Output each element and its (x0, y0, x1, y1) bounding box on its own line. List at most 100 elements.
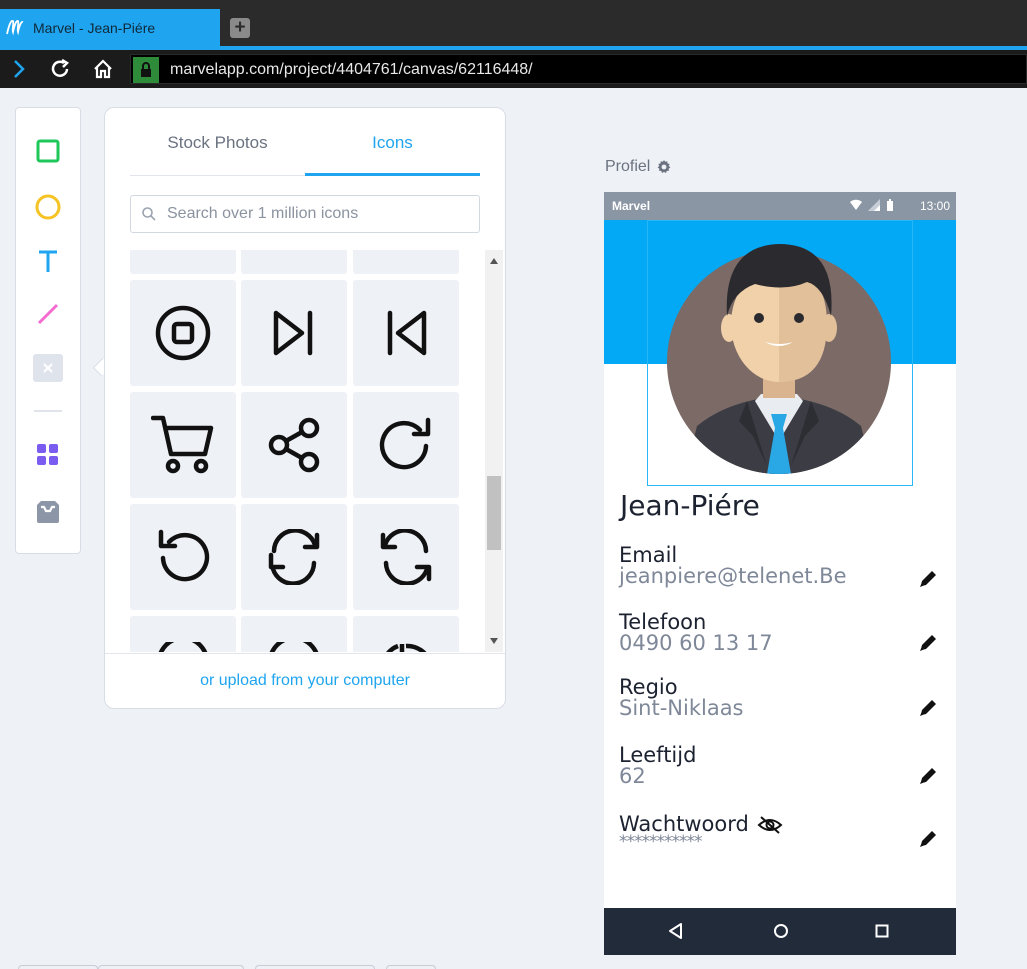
signal-icon (868, 199, 880, 211)
icon-grid (130, 250, 505, 652)
tools-sidebar (15, 107, 81, 554)
stop-circle-icon (155, 305, 211, 361)
rotate-cw-icon (379, 417, 431, 470)
pie-partial-icon (386, 643, 427, 652)
circle-home-icon (774, 924, 788, 938)
line-tool-button[interactable] (32, 298, 64, 330)
icon-grid-scrollbar[interactable] (485, 250, 503, 652)
status-icons (850, 199, 894, 211)
panel-tabs: Stock Photos Icons (130, 124, 480, 176)
new-tab-button[interactable]: + (230, 18, 250, 38)
square-recents-icon (875, 924, 889, 938)
grid-icon (37, 444, 58, 465)
tab-icons[interactable]: Icons (305, 124, 480, 176)
icon-cell[interactable] (241, 250, 347, 274)
skip-back-icon (387, 310, 427, 356)
chevron-right-icon (14, 60, 25, 78)
field-regio: Regio Sint-Niklaas (619, 675, 939, 727)
icon-cell[interactable] (353, 616, 459, 652)
inbox-tool-button[interactable] (32, 496, 64, 528)
browser-tab-bar: Marvel - Jean-Piére + (0, 0, 1027, 46)
profile-name: Jean-Piére (620, 489, 760, 522)
refresh-ccw-icon (380, 529, 432, 585)
icon-search-box[interactable] (130, 195, 480, 233)
share-icon (268, 417, 320, 473)
scroll-thumb[interactable] (487, 476, 501, 550)
circle-partial-icon (158, 642, 208, 652)
upload-link[interactable]: or upload from your computer (105, 653, 505, 708)
url-text: marvelapp.com/project/4404761/canvas/621… (170, 61, 533, 78)
icon-cell[interactable] (130, 616, 236, 652)
refresh-cw-icon (268, 529, 320, 585)
reload-button[interactable] (47, 56, 73, 82)
forward-button[interactable] (6, 56, 32, 82)
field-leeftijd: Leeftijd 62 (619, 743, 939, 795)
icon-cell-skip-back[interactable] (353, 280, 459, 386)
scroll-up-icon[interactable] (490, 258, 498, 264)
field-value: Sint-Niklaas (619, 696, 744, 720)
pencil-icon[interactable] (917, 568, 939, 590)
icon-cell[interactable] (241, 616, 347, 652)
ellipse-tool-button[interactable] (32, 191, 64, 223)
components-tool-button[interactable] (32, 439, 64, 471)
field-email: Email jeanpiere@telenet.Be (619, 543, 939, 595)
phone-nav-bar (604, 908, 956, 955)
screen-title-label: Profiel (605, 158, 651, 175)
tab-stock-photos[interactable]: Stock Photos (130, 124, 305, 176)
status-app-name: Marvel (612, 199, 651, 213)
circle-icon (35, 194, 61, 220)
text-icon (39, 250, 57, 272)
search-input[interactable] (167, 204, 467, 224)
icon-cell-refresh-ccw[interactable] (353, 504, 459, 610)
icon-cell-rotate-ccw[interactable] (130, 504, 236, 610)
marvel-logo-icon (6, 20, 24, 36)
field-telefoon: Telefoon 0490 60 13 17 (619, 610, 939, 662)
screen-title[interactable]: Profiel (605, 158, 672, 176)
hotspot-tool-button[interactable] (32, 352, 64, 384)
icon-cell-shopping-cart[interactable] (130, 392, 236, 498)
icon-cell[interactable] (130, 250, 236, 274)
text-tool-button[interactable] (32, 245, 64, 277)
circle-partial-icon (269, 642, 319, 652)
phone-screen[interactable]: Marvel 13:00 Jean-Piére Email jeanpiere@… (604, 192, 956, 955)
close-box-icon (33, 354, 63, 382)
inbox-icon (37, 501, 59, 523)
phone-status-bar: Marvel 13:00 (604, 192, 956, 220)
field-wachtwoord: Wachtwoord *********** (619, 812, 939, 864)
rectangle-icon (36, 139, 60, 163)
icon-cell-refresh-cw[interactable] (241, 504, 347, 610)
reload-icon (51, 58, 70, 77)
toolbar-divider (34, 410, 62, 412)
pencil-icon[interactable] (917, 632, 939, 654)
pencil-icon[interactable] (917, 697, 939, 719)
scroll-down-icon[interactable] (490, 638, 498, 644)
eye-off-icon[interactable] (757, 815, 783, 835)
triangle-back-icon (669, 923, 682, 939)
rectangle-tool-button[interactable] (32, 135, 64, 167)
gear-icon[interactable] (656, 159, 672, 175)
browser-tab-title: Marvel - Jean-Piére (33, 20, 156, 36)
field-value: *********** (619, 832, 702, 852)
phone-recents-button[interactable] (871, 920, 893, 942)
avatar (667, 244, 891, 474)
address-bar[interactable]: marvelapp.com/project/4404761/canvas/621… (130, 54, 1027, 84)
browser-nav-bar: marvelapp.com/project/4404761/canvas/621… (0, 50, 1027, 88)
skip-forward-icon (273, 310, 313, 356)
browser-tab[interactable]: Marvel - Jean-Piére (0, 9, 220, 46)
field-value: 62 (619, 764, 646, 788)
asset-panel: Stock Photos Icons Search over 1 million… (104, 107, 506, 709)
icon-cell-stop-circle[interactable] (130, 280, 236, 386)
wifi-icon (850, 199, 862, 210)
phone-home-button[interactable] (770, 920, 792, 942)
icon-cell-share[interactable] (241, 392, 347, 498)
battery-icon (887, 199, 893, 211)
icon-cell-rotate-cw[interactable] (353, 392, 459, 498)
icon-cell[interactable] (353, 250, 459, 274)
pencil-icon[interactable] (917, 828, 939, 850)
phone-back-button[interactable] (664, 920, 686, 942)
search-icon (142, 207, 156, 221)
icon-cell-skip-forward[interactable] (241, 280, 347, 386)
field-value: jeanpiere@telenet.Be (619, 564, 847, 588)
pencil-icon[interactable] (917, 765, 939, 787)
home-button[interactable] (90, 56, 116, 82)
